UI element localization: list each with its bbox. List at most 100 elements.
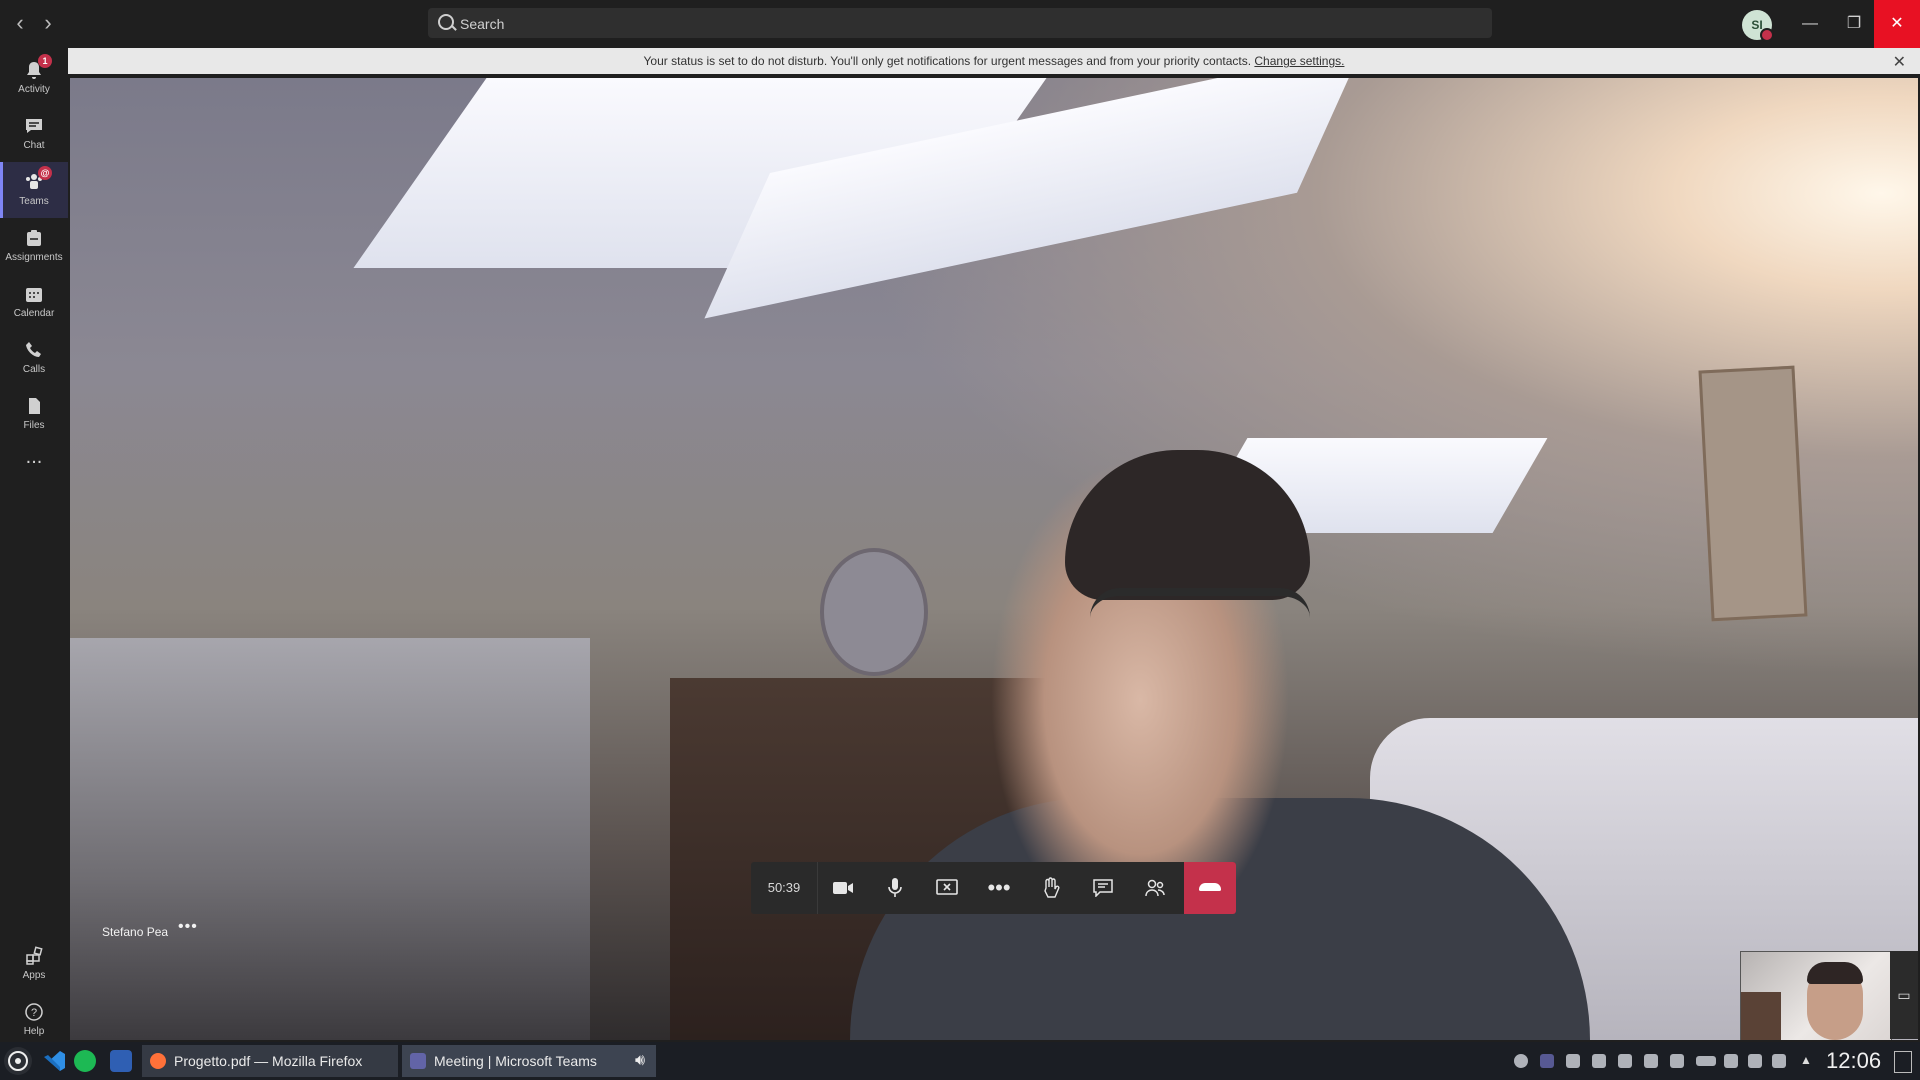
title-bar: ‹ › SI — ❐ ✕	[0, 0, 1920, 48]
call-toolbar: 50:39 •••	[751, 862, 1236, 914]
rail-label: Apps	[22, 970, 46, 981]
hand-icon	[1044, 877, 1060, 898]
participant-glasses	[1090, 588, 1310, 656]
app-icon[interactable]	[110, 1050, 132, 1072]
wifi-icon[interactable]	[1772, 1054, 1786, 1068]
rail-item-activity[interactable]: 1 Activity	[0, 50, 68, 106]
self-view-video[interactable]	[1740, 951, 1892, 1040]
forward-arrow-icon[interactable]: ›	[36, 12, 60, 36]
share-screen-icon	[936, 879, 958, 895]
back-arrow-icon[interactable]: ‹	[8, 12, 32, 36]
launcher-icon[interactable]	[4, 1047, 32, 1075]
close-icon[interactable]: ✕	[1893, 52, 1906, 72]
restore-button[interactable]: ❐	[1832, 0, 1876, 48]
teams-tray-icon[interactable]	[1540, 1054, 1554, 1068]
rail-item-calendar[interactable]: Calendar	[0, 274, 68, 330]
rail-label: Activity	[18, 84, 50, 95]
chat-icon	[26, 119, 42, 133]
assignments-icon	[27, 230, 41, 246]
more-icon: •••	[987, 875, 1011, 900]
hang-up-button[interactable]	[1184, 862, 1236, 914]
microphone-tray-icon[interactable]	[1748, 1054, 1762, 1068]
rail-label: Help	[23, 1026, 45, 1037]
chat-button[interactable]	[1077, 862, 1129, 914]
rail-item-chat[interactable]: Chat	[0, 106, 68, 162]
more-apps-button[interactable]: ...	[0, 444, 68, 474]
show-desktop-button[interactable]	[1894, 1051, 1912, 1073]
clipboard-icon[interactable]	[1592, 1054, 1606, 1068]
rail-label: Teams	[19, 196, 49, 207]
task-teams[interactable]: Meeting | Microsoft Teams	[402, 1045, 656, 1077]
video-stage[interactable]: Stefano Pea ••• 50:39 ••• ▭	[70, 78, 1918, 1040]
speaker-icon[interactable]: 🔊︎	[628, 1049, 652, 1073]
participants-icon	[1145, 879, 1165, 897]
help-icon: ?	[25, 1003, 43, 1021]
activity-badge: 1	[38, 54, 52, 68]
dnd-notice-text: Your status is set to do not disturb. Yo…	[643, 54, 1252, 68]
wall-clock	[820, 548, 928, 676]
dnd-notice: Your status is set to do not disturb. Yo…	[68, 54, 1920, 68]
volume-icon[interactable]	[1670, 1054, 1684, 1068]
network-drive-icon[interactable]	[1644, 1054, 1658, 1068]
tray-expand-icon[interactable]: ▲	[1800, 1053, 1812, 1067]
task-label: Meeting | Microsoft Teams	[434, 1053, 597, 1069]
svg-text:?: ?	[31, 1007, 37, 1019]
share-screen-button[interactable]	[921, 862, 973, 914]
rail-item-help[interactable]: ? Help	[0, 992, 68, 1048]
rail-item-calls[interactable]: Calls	[0, 330, 68, 386]
task-label: Progetto.pdf — Mozilla Firefox	[174, 1053, 363, 1069]
rail-item-teams[interactable]: @ Teams	[0, 162, 68, 218]
screenshot-icon[interactable]	[1618, 1054, 1632, 1068]
more-actions-button[interactable]: •••	[973, 862, 1025, 914]
pause-tray-icon[interactable]	[1514, 1054, 1528, 1068]
search-input[interactable]	[458, 8, 1482, 40]
participant-name: Stefano Pea	[102, 925, 169, 939]
vscode-icon[interactable]	[40, 1047, 68, 1075]
change-settings-link[interactable]: Change settings.	[1254, 54, 1344, 68]
tray-icon[interactable]	[1566, 1054, 1580, 1068]
self-view-toggle-icon[interactable]: ▭	[1890, 951, 1918, 1039]
self-view-hair	[1807, 962, 1863, 984]
rail-label: Assignments	[5, 252, 63, 263]
rail-label: Calendar	[13, 308, 55, 319]
system-clock[interactable]: 12:06	[1826, 1048, 1881, 1074]
phone-icon	[26, 342, 41, 357]
microphone-icon	[888, 878, 902, 897]
apps-icon	[26, 946, 43, 965]
app-rail: 1 Activity Chat @ Teams Assignments Cale…	[0, 48, 68, 1042]
task-firefox[interactable]: Progetto.pdf — Mozilla Firefox	[142, 1045, 398, 1077]
dnd-status-icon	[1760, 28, 1774, 42]
rail-label: Files	[23, 420, 45, 431]
os-taskbar: Progetto.pdf — Mozilla Firefox Meeting |…	[0, 1042, 1920, 1080]
calendar-icon	[26, 288, 42, 302]
battery-icon[interactable]	[1696, 1056, 1716, 1066]
camera-button[interactable]	[817, 862, 869, 914]
teams-badge: @	[38, 166, 52, 180]
camera-icon	[833, 882, 853, 894]
microphone-button[interactable]	[869, 862, 921, 914]
raise-hand-button[interactable]	[1025, 862, 1077, 914]
rail-item-assignments[interactable]: Assignments	[0, 218, 68, 274]
minimize-button[interactable]: —	[1788, 0, 1832, 48]
chat-icon	[1093, 879, 1113, 898]
firefox-icon	[150, 1053, 166, 1069]
bluetooth-icon[interactable]	[1724, 1054, 1738, 1068]
participants-button[interactable]	[1129, 862, 1181, 914]
wall-calendar	[1698, 365, 1808, 622]
rail-item-apps[interactable]: Apps	[0, 936, 68, 992]
search-box[interactable]	[428, 8, 1492, 40]
rail-label: Calls	[22, 364, 46, 375]
hang-up-icon	[1199, 883, 1221, 891]
avatar[interactable]: SI	[1742, 10, 1774, 42]
teams-icon	[410, 1053, 426, 1069]
dnd-notice-bar: Your status is set to do not disturb. Yo…	[68, 48, 1920, 74]
rail-item-files[interactable]: Files	[0, 386, 68, 442]
self-view-background	[1741, 992, 1781, 1040]
close-window-button[interactable]: ✕	[1874, 0, 1920, 48]
search-icon	[438, 14, 454, 30]
wall	[70, 638, 590, 1040]
participant-more-icon[interactable]: •••	[178, 918, 198, 936]
file-icon	[29, 398, 40, 414]
spotify-icon[interactable]	[74, 1050, 96, 1072]
more-icon: ...	[25, 446, 43, 468]
